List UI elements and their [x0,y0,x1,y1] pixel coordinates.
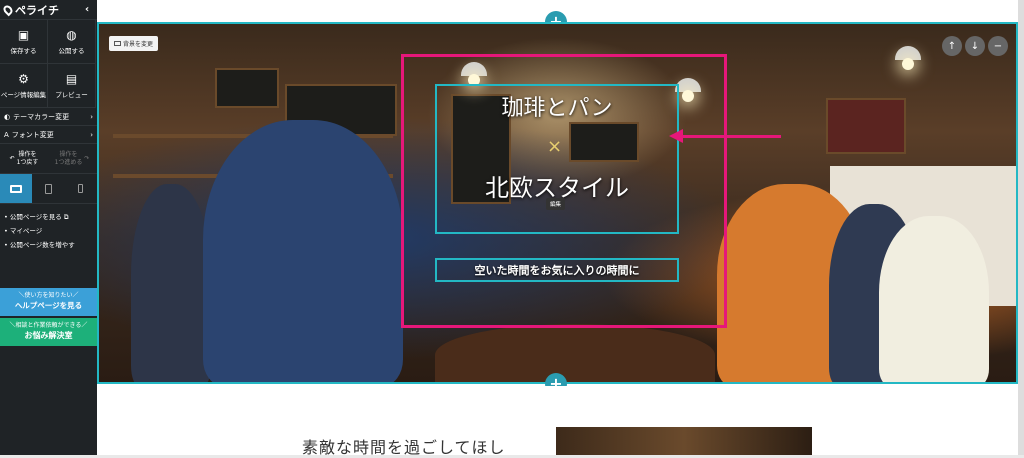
minus-icon: − [993,40,1003,52]
font-change-menu[interactable]: A フォント変更 › [0,126,97,144]
monitor-icon [10,184,22,193]
hero-section[interactable]: 背景を変更 ↑ ↓ − 珈琲とパン × 北欧スタイル 編集 空いた時間をお気に入… [97,22,1018,384]
globe-icon: ◍ [66,27,77,42]
undo-button[interactable]: ↶ 操作を 1つ戻す [0,144,48,173]
preview-icon: ▤ [65,71,78,86]
change-background-button[interactable]: 背景を変更 [109,36,159,51]
editor-canvas: + 背景を変更 ↑ ↓ − 珈琲とパン × 北欧スタイル 編集 空いた時間をお気… [97,0,1024,457]
consult-room-button[interactable]: ＼相談と作業依頼ができる／ お悩み解決室 [0,318,97,346]
arrow-down-icon: ↓ [970,40,980,52]
app-logo[interactable]: ペライチ ‹ [0,0,97,20]
image-icon [114,41,121,46]
menu-board [215,68,279,108]
hero-tagline[interactable]: 空いた時間をお気に入りの時間に [435,262,679,278]
save-button[interactable]: ▣ 保存する [0,20,48,64]
gear-icon: ⚙ [18,71,29,86]
preview-button[interactable]: ▤ プレビュー [48,64,96,108]
save-icon: ▣ [17,27,30,42]
redo-button[interactable]: 操作を 1つ進める ↷ [48,144,96,173]
undo-icon: ↶ [9,154,15,162]
lamp [895,46,921,70]
increase-pages-link[interactable]: • 公開ページ数を増やす [4,238,93,252]
next-section: 素敵な時間を過ごしてほし [97,386,1024,457]
palette-icon: ◐ [4,112,11,121]
move-down-button[interactable]: ↓ [965,36,985,56]
collapse-sidebar-icon[interactable]: ‹ [85,4,89,15]
painting [826,98,906,154]
section-image [556,427,812,455]
person [879,216,989,382]
my-page-link[interactable]: • マイページ [4,224,93,238]
section-heading: 素敵な時間を過ごしてほし [302,438,506,457]
view-public-page-link[interactable]: • 公開ページを見る ⧉ [4,210,93,224]
redo-icon: ↷ [84,154,90,162]
theme-color-menu[interactable]: ◐ テーマカラー変更 › [0,108,97,126]
desktop-view-button[interactable] [0,174,32,203]
arrow-up-icon: ↑ [947,40,957,52]
tablet-icon [44,183,52,194]
move-up-button[interactable]: ↑ [942,36,962,56]
counter [435,324,715,382]
person [131,184,211,382]
logo-pin-icon [1,3,15,16]
delete-block-button[interactable]: − [988,36,1008,56]
page-info-button[interactable]: ⚙ ページ情報編集 [0,64,48,108]
phone-icon [77,184,83,193]
font-icon: A [4,130,9,139]
tablet-view-button[interactable] [32,174,64,203]
edit-button[interactable]: 編集 [546,198,566,210]
mobile-view-button[interactable] [64,174,96,203]
chevron-right-icon: › [90,112,93,121]
hero-title[interactable]: 珈琲とパン [435,90,679,122]
person [203,120,403,382]
publish-button[interactable]: ◍ 公開する [48,20,96,64]
scrollbar[interactable] [1018,0,1024,455]
help-page-button[interactable]: ＼使い方を知りたい／ ヘルプページを見る [0,288,97,316]
chevron-right-icon: › [90,130,93,139]
pointer-arrow [669,129,781,143]
sidebar: ペライチ ‹ ▣ 保存する ◍ 公開する ⚙ ページ情報編集 ▤ プレビュー ◐ テーマカラ… [0,0,97,455]
cross-mark: × [547,136,563,157]
